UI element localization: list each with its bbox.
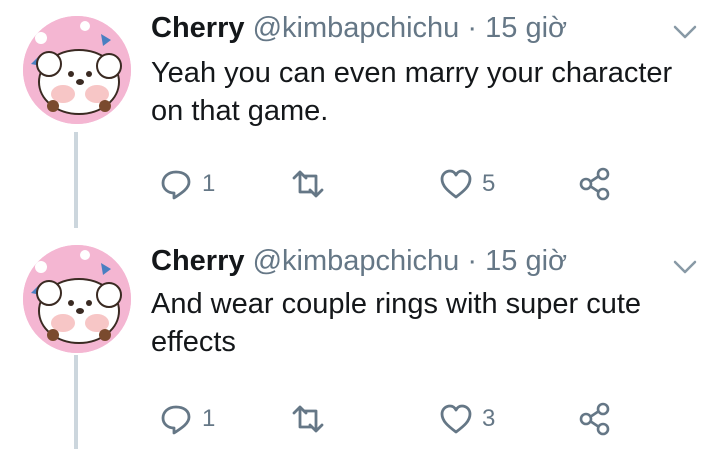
- separator: ·: [467, 12, 478, 44]
- like-button[interactable]: 5: [438, 164, 495, 204]
- like-button[interactable]: 3: [438, 399, 495, 439]
- reply-button[interactable]: 1: [158, 399, 215, 439]
- author-name[interactable]: Cherry: [151, 245, 245, 277]
- tweet-text-line: effects: [151, 326, 236, 358]
- reply-icon: [158, 401, 194, 437]
- retweet-icon: [288, 166, 328, 202]
- reply-count: 1: [202, 170, 216, 197]
- reply-count: 1: [202, 405, 216, 432]
- tweet[interactable]: Cherry @kimbapchichu · 15 giờ And wear c…: [0, 225, 717, 449]
- avatar[interactable]: [23, 16, 131, 124]
- avatar[interactable]: [23, 245, 131, 353]
- retweet-icon: [288, 401, 328, 437]
- avatar-image: [23, 245, 131, 353]
- share-button[interactable]: [578, 164, 612, 204]
- separator: ·: [467, 245, 478, 277]
- retweet-button[interactable]: [288, 399, 328, 439]
- share-icon: [578, 401, 612, 437]
- author-name[interactable]: Cherry: [151, 12, 245, 44]
- tweet-header: Cherry @kimbapchichu · 15 giờ: [151, 241, 567, 281]
- retweet-button[interactable]: [288, 164, 328, 204]
- tweet-text: And wear couple rings with super cute ef…: [151, 285, 691, 361]
- share-button[interactable]: [578, 399, 612, 439]
- heart-icon: [438, 166, 474, 202]
- tweet-actions: 1 3: [150, 399, 630, 439]
- share-icon: [578, 166, 612, 202]
- timestamp[interactable]: 15 giờ: [485, 12, 567, 44]
- chevron-down-icon[interactable]: [671, 257, 699, 277]
- tweet-header: Cherry @kimbapchichu · 15 giờ: [151, 8, 567, 48]
- chevron-down-icon[interactable]: [671, 22, 699, 42]
- timestamp[interactable]: 15 giờ: [485, 245, 567, 277]
- author-handle[interactable]: @kimbapchichu: [253, 245, 460, 277]
- like-count: 5: [482, 170, 496, 197]
- tweet-text-line: on that game.: [151, 95, 329, 127]
- avatar-image: [23, 16, 131, 124]
- tweet-text-line: And wear couple rings with super cute: [151, 288, 642, 320]
- author-handle[interactable]: @kimbapchichu: [253, 12, 460, 44]
- tweet[interactable]: Cherry @kimbapchichu · 15 giờ Yeah you c…: [0, 0, 717, 225]
- like-count: 3: [482, 405, 496, 432]
- tweet-actions: 1 5: [150, 164, 630, 204]
- tweet-text: Yeah you can even marry your character o…: [151, 54, 691, 130]
- reply-icon: [158, 166, 194, 202]
- reply-button[interactable]: 1: [158, 164, 215, 204]
- tweet-text-line: Yeah you can even marry your character: [151, 57, 673, 89]
- heart-icon: [438, 401, 474, 437]
